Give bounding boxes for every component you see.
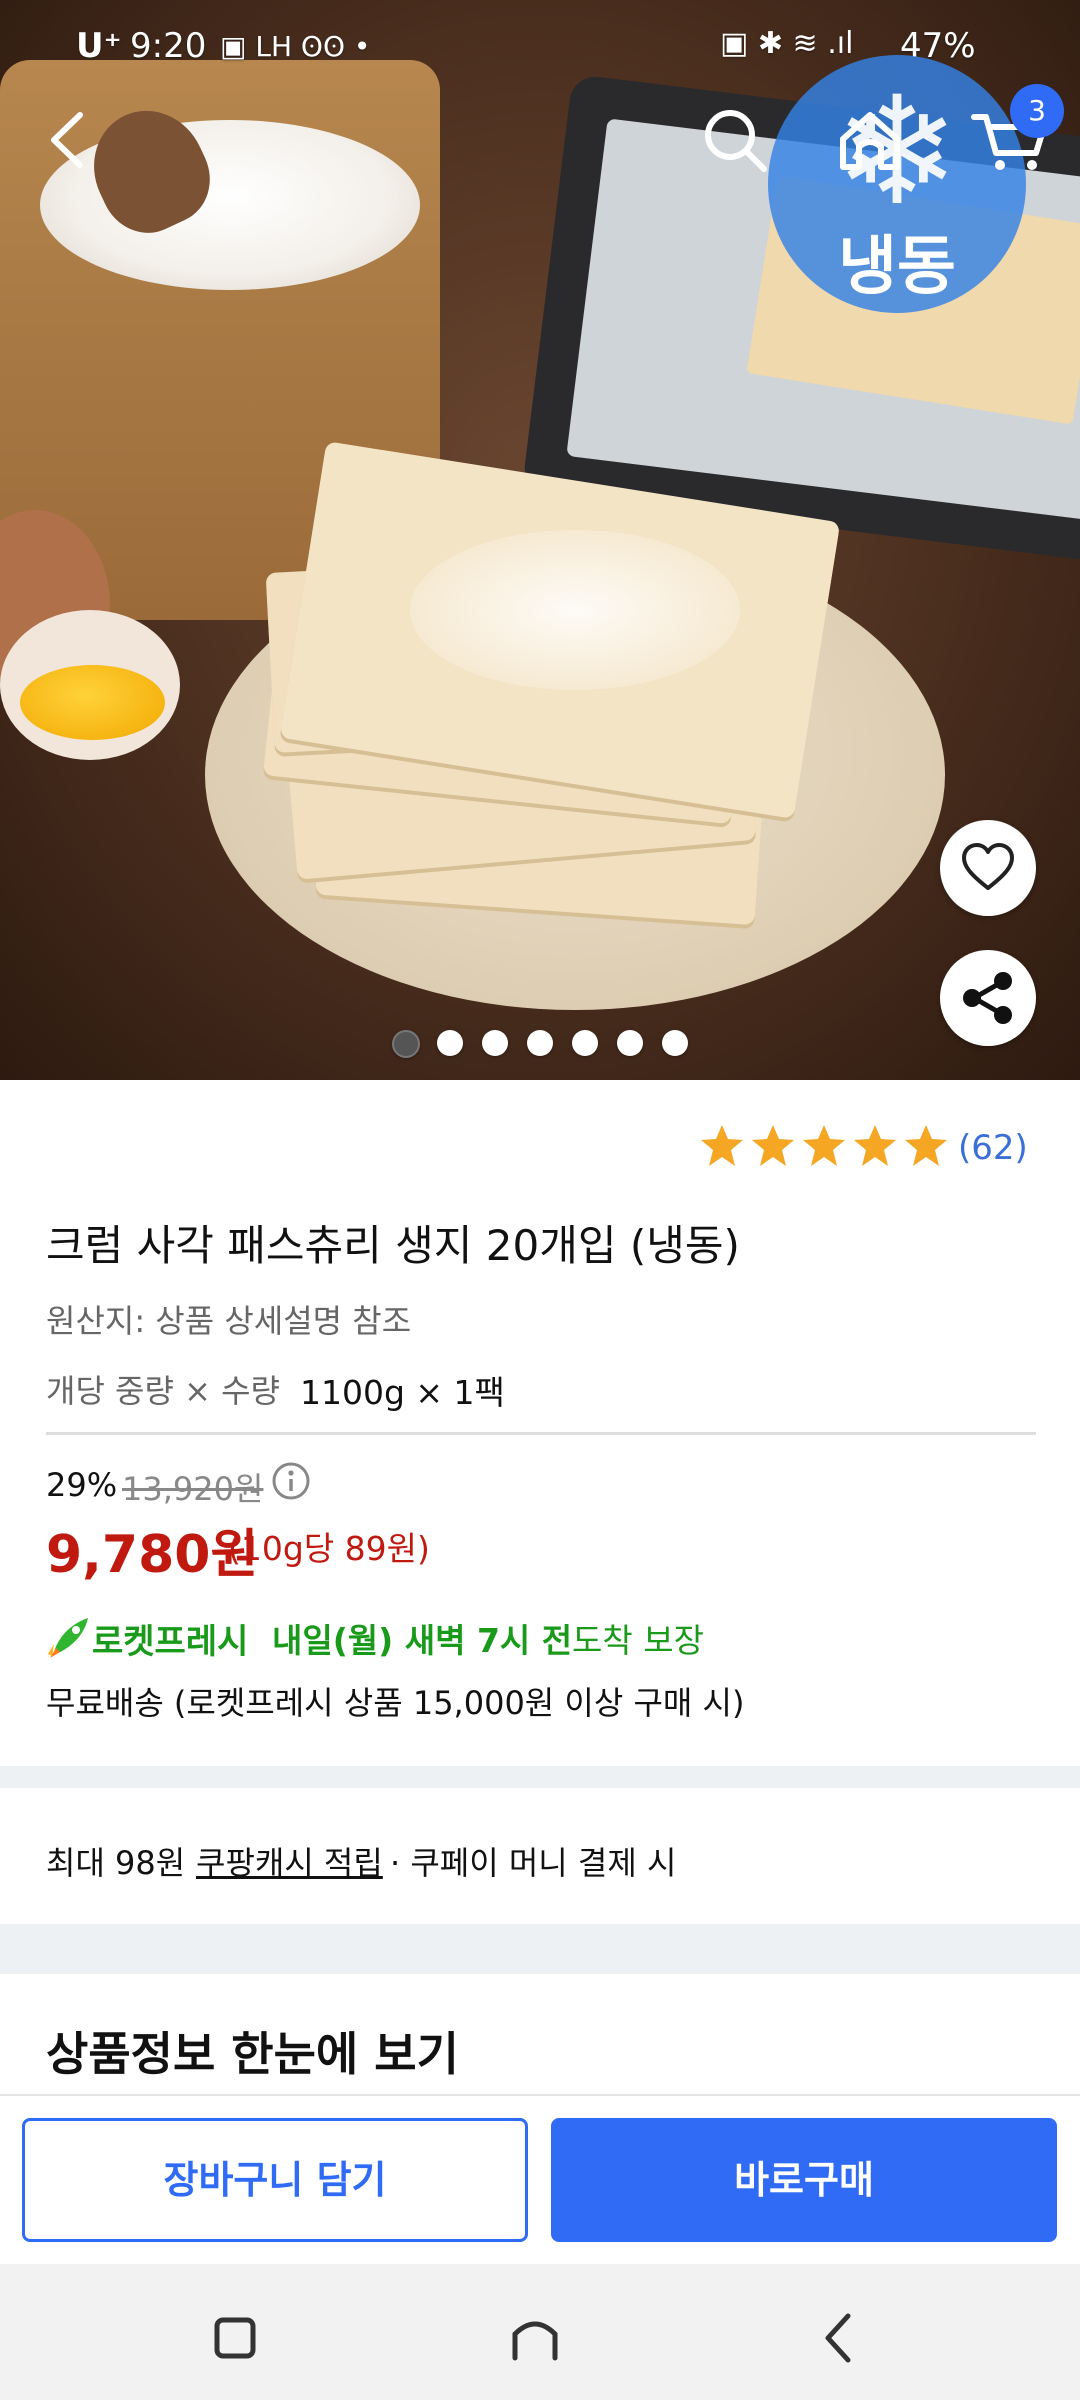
back-nav-icon[interactable] [810,2308,870,2368]
buy-now-button[interactable]: 바로구매 [551,2118,1057,2242]
rocket-icon [48,1618,88,1658]
coupang-cash-link[interactable]: 쿠팡캐시 적립 [196,1838,383,1884]
home-button[interactable] [835,105,905,175]
delivery-guarantee: 도착 보장 [572,1621,704,1660]
origin-info: 원산지: 상품 상세설명 참조 [46,1302,412,1340]
divider [46,1432,1036,1435]
product-title: 크럼 사각 패스츄리 생지 20개입 (냉동) [46,1221,740,1270]
carousel-dot[interactable] [572,1030,598,1056]
cashback-amount: 최대 98원 [46,1844,186,1882]
discount-rate: 29% [46,1466,118,1504]
add-to-cart-button[interactable]: 장바구니 담기 [22,2118,528,2242]
star-icon [701,1125,743,1166]
section-separator [0,1924,1080,1974]
carrier-label: U⁺ [76,26,122,66]
home-icon [840,112,900,170]
wishlist-button[interactable] [940,820,1036,916]
carousel-dot-active[interactable] [392,1030,420,1058]
search-icon [705,110,767,172]
star-icon [905,1125,947,1166]
carousel-dot[interactable] [437,1030,463,1056]
shipping-note: 무료배송 (로켓프레시 상품 15,000원 이상 구매 시) [46,1684,745,1722]
cashback-condition: · 쿠페이 머니 결제 시 [390,1844,677,1882]
carousel-dot[interactable] [617,1030,643,1056]
sale-price: 9,780원 [46,1525,259,1585]
info-icon[interactable] [270,1460,312,1502]
share-button[interactable] [940,950,1036,1046]
flour-dust [410,530,740,690]
spec-value: 1100g × 1팩 [300,1373,505,1412]
home-nav-icon[interactable] [505,2308,565,2368]
frozen-badge: ❄ 냉동 [768,55,1026,313]
delivery-eta: 내일(월) 새벽 7시 전 [272,1621,573,1660]
star-icon [854,1125,896,1166]
carousel-dot[interactable] [527,1030,553,1056]
section-separator [0,1766,1080,1788]
star-icon [803,1125,845,1166]
carousel-dot[interactable] [482,1030,508,1056]
cart-count-badge: 3 [1010,84,1064,138]
share-icon [963,972,1012,1024]
review-count-link[interactable]: (62) [958,1128,1028,1168]
rocket-fresh-label: 로켓프레시 [92,1622,249,1662]
system-icons: ▣ ✱ ≋ .ıl [720,26,854,61]
frozen-label: 냉동 [838,230,956,304]
back-button[interactable] [40,105,100,175]
spec-label: 개당 중량 × 수량 [46,1372,280,1410]
section-title: 상품정보 한눈에 보기 [46,2027,459,2081]
egg-yolk [20,665,165,740]
search-button[interactable] [700,105,770,175]
clock: 9:20 [130,26,207,66]
recent-apps-icon[interactable] [205,2308,265,2368]
heart-icon [962,843,1014,890]
unit-price: (10g당 89원) [228,1529,430,1568]
carousel-dot[interactable] [662,1030,688,1056]
original-price: 13,920원 [122,1470,264,1508]
back-arrow-icon [51,112,83,168]
star-icon [752,1125,794,1166]
notification-icons: ▣ LH ʘʘ • [220,30,371,63]
